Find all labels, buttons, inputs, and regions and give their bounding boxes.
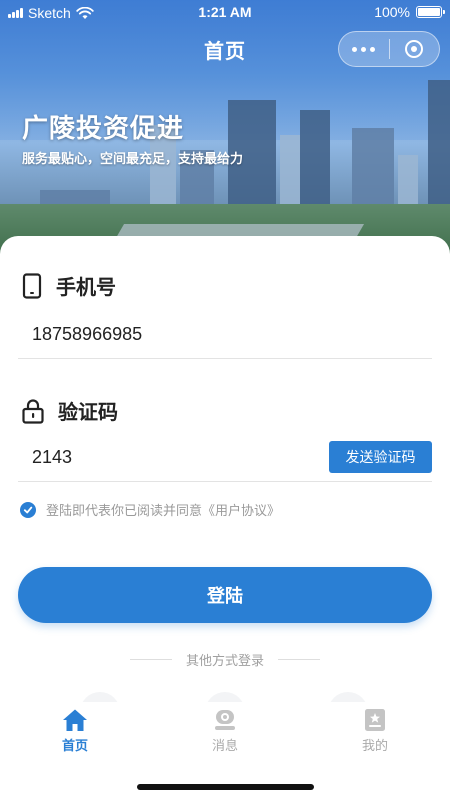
other-login-label: 其他方式登录 (185, 654, 264, 669)
code-input[interactable] (18, 434, 318, 482)
status-right: 100% (374, 4, 445, 20)
other-login-divider: 其他方式登录 (0, 650, 450, 669)
status-bar: Sketch 1:21 AM 100% (0, 0, 450, 26)
code-label-text: 验证码 (58, 400, 118, 424)
close-miniprogram-button[interactable] (389, 40, 439, 58)
code-underline (318, 481, 432, 482)
home-icon (63, 709, 87, 731)
divider-line (278, 659, 320, 660)
message-icon (215, 710, 235, 730)
phone-label-text: 手机号 (56, 275, 116, 299)
send-code-button[interactable]: 发送验证码 (329, 441, 432, 473)
agreement-text[interactable]: 登陆即代表你已阅读并同意《用户协议》 (46, 500, 280, 519)
profile-icon (365, 709, 385, 731)
home-indicator (137, 784, 314, 790)
more-menu-button[interactable] (339, 46, 389, 52)
agreement-row: 登陆即代表你已阅读并同意《用户协议》 (20, 500, 280, 519)
phone-icon (22, 272, 42, 299)
more-dots-icon (352, 46, 358, 52)
miniprogram-capsule (338, 31, 440, 67)
check-icon (23, 506, 33, 513)
hero-title: 广陵投资促进 (22, 114, 185, 144)
battery-icon (416, 6, 445, 18)
agreement-checkbox[interactable] (20, 501, 36, 518)
phone-input[interactable] (18, 311, 432, 359)
tab-profile-label: 我的 (361, 739, 388, 754)
battery-percent: 100% (374, 4, 410, 20)
tab-messages[interactable]: 消息 (175, 708, 275, 754)
phone-label: 手机号 (22, 271, 116, 300)
lock-icon (22, 398, 44, 424)
tab-home-label: 首页 (61, 739, 88, 754)
hero-subtitle: 服务最贴心，空间最充足，支持最给力 (22, 152, 244, 167)
target-icon (405, 40, 424, 58)
login-button[interactable]: 登陆 (18, 567, 432, 623)
divider-line (129, 659, 172, 660)
tab-home[interactable]: 首页 (25, 708, 125, 754)
tab-profile[interactable]: 我的 (325, 708, 425, 754)
hero-building (428, 80, 450, 220)
tab-messages-label: 消息 (211, 739, 238, 754)
code-label: 验证码 (22, 396, 118, 425)
